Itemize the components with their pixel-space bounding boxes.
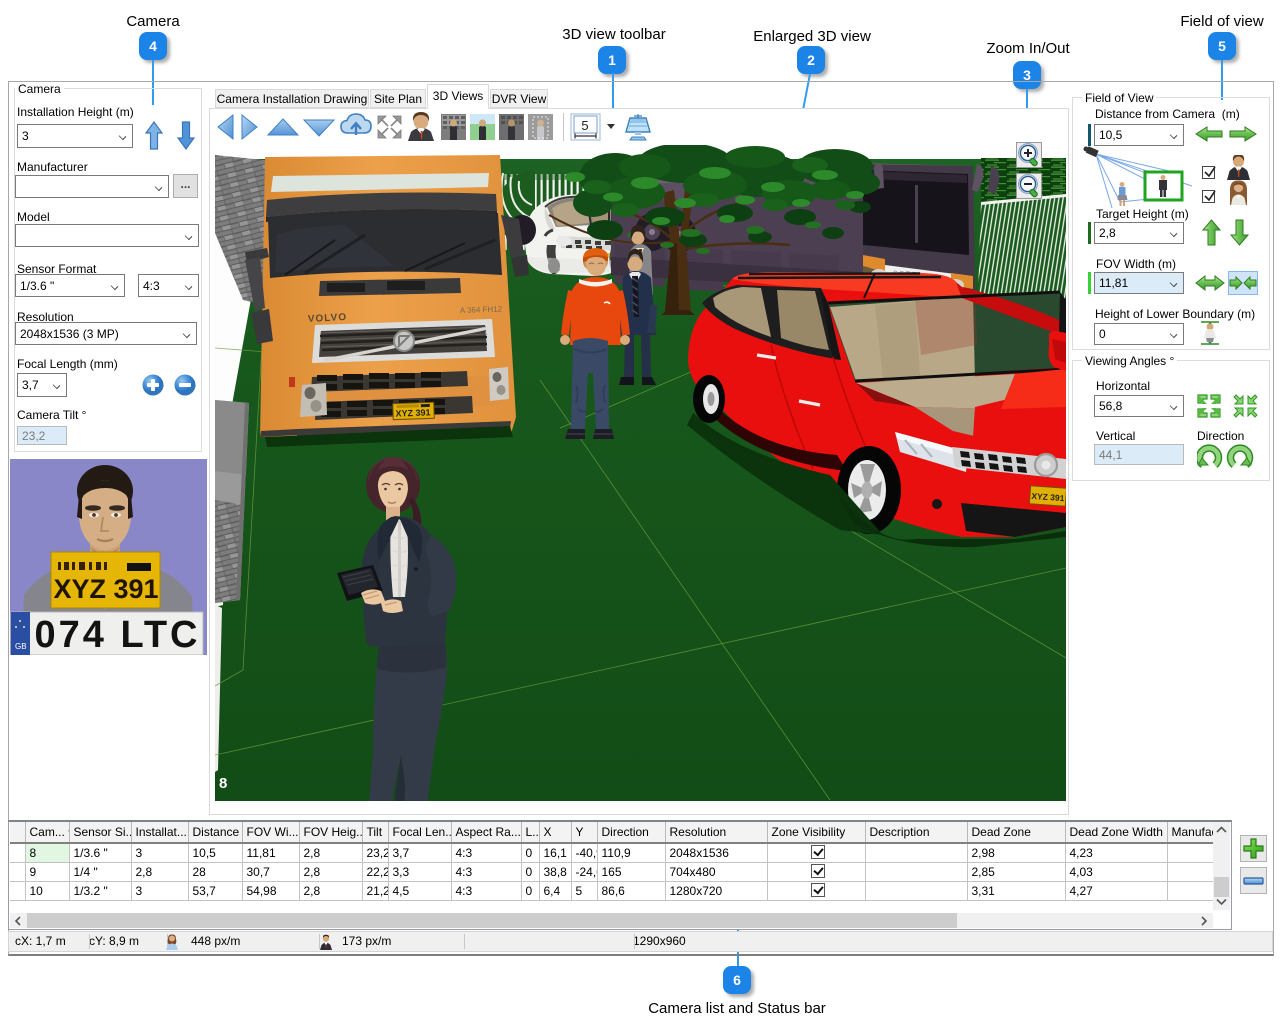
svg-text:5: 5 [581, 118, 588, 133]
svg-text:XYZ 391: XYZ 391 [395, 407, 430, 418]
svg-text:8: 8 [219, 775, 227, 792]
svg-text:VOLVO: VOLVO [308, 312, 348, 325]
svg-text:A 364 FH12: A 364 FH12 [460, 305, 503, 315]
svg-text:074 LTC: 074 LTC [35, 614, 198, 655]
svg-text:GB: GB [15, 642, 27, 651]
svg-text:XYZ 391: XYZ 391 [53, 574, 158, 604]
